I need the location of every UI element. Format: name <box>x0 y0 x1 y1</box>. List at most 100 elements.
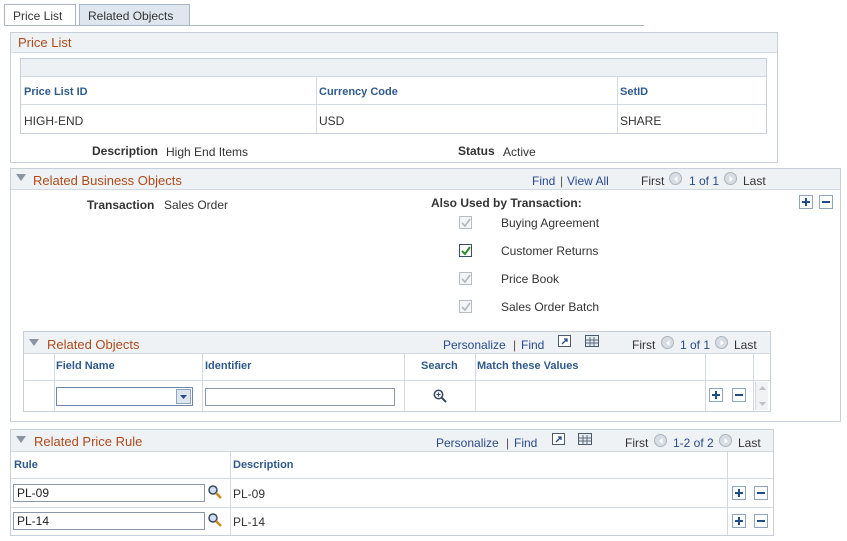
tab-underline <box>4 25 644 26</box>
col-header-field-name: Field Name <box>56 360 115 372</box>
rpr-delete-row-button[interactable] <box>754 486 768 500</box>
delete-row-button[interactable] <box>819 195 833 209</box>
rule-input[interactable]: PL-14 <box>13 512 205 530</box>
cell-currency-code: USD <box>319 114 345 128</box>
ro-find-link[interactable]: Find <box>521 338 544 352</box>
ro-count: 1 of 1 <box>680 338 711 352</box>
related-objects-grid: Related Objects Personalize | Find First… <box>23 331 771 412</box>
tab-price-list[interactable]: Price List <box>4 4 76 26</box>
col-divider <box>705 354 706 411</box>
col-divider <box>475 354 476 411</box>
rule-description: PL-09 <box>233 487 266 501</box>
col-header-price-list-id: Price List ID <box>24 86 88 98</box>
rpr-column-header-row <box>11 452 773 479</box>
rpr-personalize-link[interactable]: Personalize <box>436 436 499 450</box>
ro-personalize-link[interactable]: Personalize <box>443 338 506 352</box>
tab-price-list-label: Price List <box>13 9 63 23</box>
ro-add-row-button[interactable] <box>709 388 723 402</box>
rbo-last-label: Last <box>743 174 766 188</box>
search-icon[interactable] <box>432 388 448 404</box>
rbo-find-link[interactable]: Find <box>532 174 555 188</box>
cell-price-list-id: HIGH-END <box>24 114 84 128</box>
checkbox-label-customer-returns: Customer Returns <box>501 244 599 258</box>
vertical-scrollbar[interactable] <box>755 382 768 410</box>
rbo-count: 1 of 1 <box>689 174 720 188</box>
identifier-input[interactable] <box>205 388 395 406</box>
rpr-delete-row-button[interactable] <box>754 514 768 528</box>
status-value: Active <box>503 145 536 159</box>
col-header-currency-code: Currency Code <box>319 86 398 98</box>
checkbox-price-book <box>459 272 472 285</box>
rbo-first-label: First <box>641 174 665 188</box>
collapse-triangle-icon[interactable] <box>29 339 39 346</box>
rbo-title: Related Business Objects <box>33 173 182 188</box>
ro-first-label: First <box>632 338 656 352</box>
col-header-rule: Rule <box>14 459 38 471</box>
checkbox-label-sales-order-batch: Sales Order Batch <box>501 300 600 314</box>
col-divider <box>617 77 618 133</box>
prev-arrow-icon[interactable] <box>669 172 682 185</box>
lookup-icon[interactable] <box>207 484 223 500</box>
col-header-setid: SetID <box>620 86 649 98</box>
related-price-rule-section: Related Price Rule Personalize | Find Fi… <box>10 429 774 536</box>
col-header-search: Search <box>421 360 458 372</box>
rpr-nav-sep: | <box>506 436 510 450</box>
chevron-down-icon[interactable] <box>176 389 191 404</box>
description-value: High End Items <box>166 145 249 159</box>
tab-related-objects[interactable]: Related Objects <box>79 4 190 26</box>
lookup-icon[interactable] <box>207 512 223 528</box>
rpr-last-label: Last <box>738 436 761 450</box>
next-arrow-icon[interactable] <box>715 336 728 349</box>
col-header-description: Description <box>233 459 294 471</box>
download-grid-icon[interactable] <box>578 433 592 445</box>
ro-nav-sep: | <box>513 338 517 352</box>
col-divider <box>54 354 55 411</box>
rpr-add-row-button[interactable] <box>732 514 746 528</box>
next-arrow-icon[interactable] <box>724 172 737 185</box>
related-business-objects-section: Related Business Objects Find | View All… <box>10 168 841 422</box>
tab-related-objects-label: Related Objects <box>88 9 174 23</box>
col-header-match-values: Match these Values <box>477 360 579 372</box>
rpr-find-link[interactable]: Find <box>514 436 537 450</box>
status-label: Status <box>458 144 495 158</box>
cell-setid: SHARE <box>620 114 662 128</box>
checkbox-label-price-book: Price Book <box>501 272 560 286</box>
price-list-section: Price List Price List ID Currency Code S… <box>10 32 778 163</box>
col-divider <box>404 354 405 411</box>
transaction-label: Transaction <box>87 198 155 212</box>
prev-arrow-icon[interactable] <box>661 336 674 349</box>
collapse-triangle-icon[interactable] <box>16 436 26 443</box>
col-divider <box>202 354 203 411</box>
col-divider <box>753 354 754 411</box>
price-list-title: Price List <box>18 35 72 50</box>
rpr-first-label: First <box>625 436 649 450</box>
related-objects-title: Related Objects <box>47 337 140 352</box>
prev-arrow-icon[interactable] <box>654 434 667 447</box>
table-row: PL-14 PL-14 <box>11 508 773 535</box>
rpr-title: Related Price Rule <box>34 434 143 449</box>
collapse-triangle-icon[interactable] <box>16 174 26 181</box>
ro-last-label: Last <box>734 338 757 352</box>
table-row: PL-09 PL-09 <box>11 479 773 507</box>
transaction-value: Sales Order <box>164 198 229 212</box>
ro-column-header-row <box>24 354 770 381</box>
rpr-add-row-button[interactable] <box>732 486 746 500</box>
download-grid-icon[interactable] <box>585 335 599 347</box>
col-header-identifier: Identifier <box>205 360 252 372</box>
checkbox-buying-agreement <box>459 216 472 229</box>
field-name-select[interactable] <box>56 387 193 406</box>
rbo-nav-sep: | <box>560 174 564 188</box>
ro-delete-row-button[interactable] <box>732 388 746 402</box>
also-used-label: Also Used by Transaction: <box>431 196 582 210</box>
zoom-grid-icon[interactable] <box>558 335 571 347</box>
rule-input[interactable]: PL-09 <box>13 484 205 502</box>
rule-description: PL-14 <box>233 515 266 529</box>
grid-top-bar <box>21 59 766 77</box>
rbo-view-all-link[interactable]: View All <box>567 174 609 188</box>
add-row-button[interactable] <box>799 195 813 209</box>
next-arrow-icon[interactable] <box>719 434 732 447</box>
col-divider <box>316 77 317 133</box>
checkbox-customer-returns[interactable] <box>459 244 472 257</box>
checkbox-sales-order-batch <box>459 300 472 313</box>
zoom-grid-icon[interactable] <box>552 433 565 445</box>
